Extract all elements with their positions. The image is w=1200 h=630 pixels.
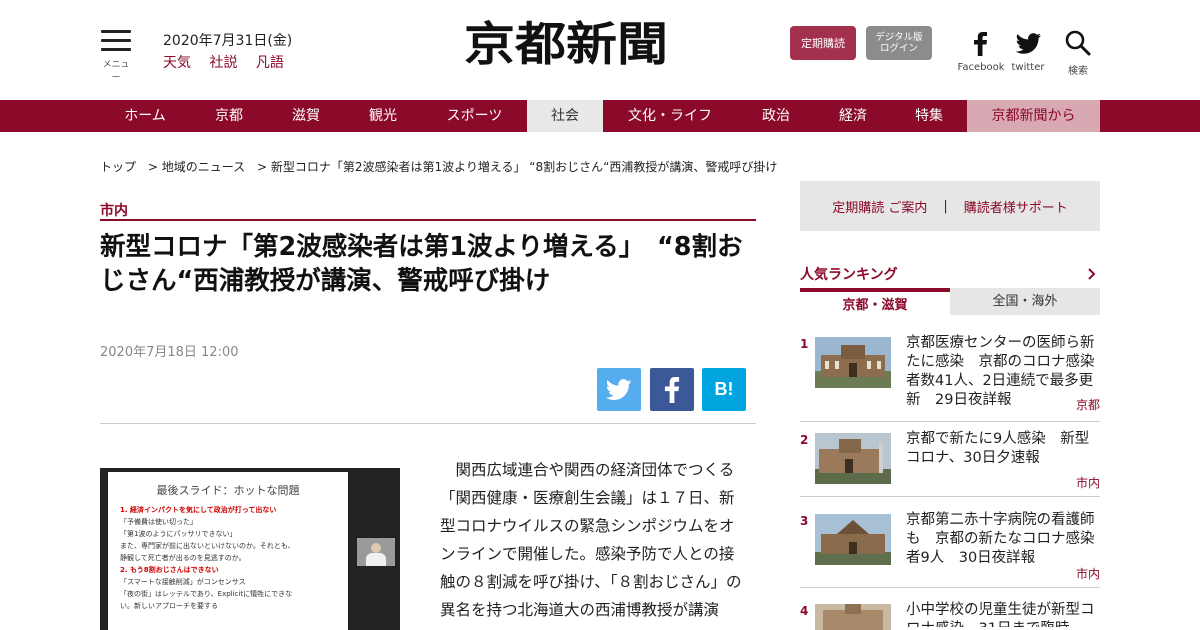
article-category[interactable]: 市内 — [100, 200, 756, 221]
article-photo[interactable]: 最後スライド：ホットな問題 1. 経済インパクトを気にして政治が打って出ない 「… — [100, 468, 400, 630]
search-label: 検索 — [1068, 66, 1088, 77]
ranking-headline: 京都第二赤十字病院の看護師も 京都の新たなコロナ感染者9人 30日夜詳報 — [906, 512, 1095, 566]
ranking-thumbnail — [815, 514, 891, 565]
ranking-thumbnail — [815, 604, 891, 630]
facebook-icon — [974, 32, 987, 56]
slide-line: 「予備費は使い切った」 — [120, 518, 197, 526]
facebook-label: Facebook — [957, 62, 1005, 73]
speaker-head — [371, 543, 381, 553]
slide-line: 静観して死亡者が出るのを見逃すのか。 — [120, 554, 246, 562]
slide-line: 「スマートな接触削減」がコンセンサス — [120, 578, 246, 586]
hamburger-icon — [101, 30, 131, 33]
menu-label: メニュー — [102, 60, 130, 83]
twitter-link[interactable]: twitter — [1008, 28, 1048, 73]
share-hatena-button[interactable]: B! — [702, 368, 746, 411]
nav-item-from-kyoto-np[interactable]: 京都新聞から — [967, 100, 1100, 132]
ranking-number: 3 — [800, 514, 809, 528]
ranking-headline: 小中学校の児童生徒が新型コロナ感染 31日まで臨時 — [906, 602, 1095, 627]
ranking-tag[interactable]: 市内 — [1071, 474, 1100, 491]
slide-line: また、専門家が前に出ないといけないのか。それとも、 — [120, 542, 295, 550]
ranking-number: 1 — [800, 337, 809, 351]
site-header: メニュー 2020年7月31日(金) 天気 社説 凡語 京都新聞 定期購読 デジ… — [0, 0, 1200, 100]
slide-title: 最後スライド：ホットな問題 — [156, 484, 300, 497]
hatena-bookmark-icon: B! — [714, 379, 734, 399]
breadcrumb-local-news[interactable]: > 地域のニュース — [148, 160, 245, 174]
twitter-icon — [1015, 33, 1041, 54]
slide-line: 「第1波のようにパッサリできない」 — [120, 530, 237, 538]
breadcrumb: トップ > 地域のニュース > 新型コロナ「第2波感染者は第1波より増える」 “… — [100, 158, 785, 175]
twitter-icon — [606, 378, 632, 400]
ranking-number: 4 — [800, 604, 809, 618]
search-icon — [1065, 30, 1091, 56]
ranking-tag[interactable]: 市内 — [1071, 565, 1100, 582]
article-divider — [100, 423, 756, 424]
ranking-tab-national[interactable]: 全国・海外 — [950, 288, 1100, 315]
ranking-item[interactable]: 4 小中学校の児童生徒が新型コロナ感染 31日まで臨時 — [800, 602, 1100, 630]
subscribe-button[interactable]: 定期購読 — [790, 26, 856, 60]
ranking-thumbnail — [815, 337, 891, 388]
nav-item-shiga[interactable]: 滋賀 — [268, 100, 344, 132]
site-logo[interactable]: 京都新聞 — [464, 20, 668, 68]
support-separator: | — [943, 198, 948, 214]
ranking-headline: 京都で新たに9人感染 新型コロナ、30日夕速報 — [906, 431, 1090, 466]
ranking-headline: 京都医療センターの医師ら新たに感染 京都のコロナ感染者数41人、2日連続で最多更… — [906, 335, 1095, 408]
speaker-torso — [366, 553, 386, 566]
slide-line: 「夜の街」はレッテルであり、Explicitに犠牲にできな — [120, 590, 293, 598]
facebook-link[interactable]: Facebook — [956, 28, 1006, 73]
chevron-right-icon — [1088, 268, 1096, 280]
login-label: ログイン — [879, 43, 918, 54]
hamburger-icon-bar — [101, 48, 131, 51]
article-title: 新型コロナ「第2波感染者は第1波より増える」 “8割おじさん“西浦教授が講演、警… — [100, 232, 743, 296]
slide-line: 2. もう8割おじさんはできない — [120, 566, 219, 574]
subscription-support-box: 定期購読 ご案内 | 購読者様サポート — [800, 181, 1100, 231]
subscription-info-link[interactable]: 定期購読 ご案内 — [832, 197, 927, 216]
facebook-icon — [664, 376, 680, 403]
nav-items: ホーム 京都 滋賀 観光 スポーツ 社会 文化・ライフ 政治 経済 特集 京都新… — [100, 100, 1100, 132]
twitter-label: twitter — [1011, 62, 1045, 73]
nav-item-kyoto[interactable]: 京都 — [190, 100, 268, 132]
nav-item-sports[interactable]: スポーツ — [422, 100, 527, 132]
main-nav: ホーム 京都 滋賀 観光 スポーツ 社会 文化・ライフ 政治 経済 特集 京都新… — [0, 100, 1200, 132]
ranking-header[interactable]: 人気ランキング — [800, 264, 1100, 288]
current-date: 2020年7月31日(金) — [163, 33, 293, 49]
nav-item-politics[interactable]: 政治 — [737, 100, 815, 132]
nav-item-society[interactable]: 社会 — [527, 100, 603, 132]
ranking-item[interactable]: 2 京都で新たに9人感染 新型コロナ、30日夕速報 市内 — [800, 431, 1100, 497]
nav-item-culture-life[interactable]: 文化・ライフ — [603, 100, 737, 132]
speaker-video-thumbnail — [357, 538, 395, 566]
quick-link-bongo[interactable]: 凡語 — [256, 55, 284, 71]
quick-link-editorial[interactable]: 社説 — [209, 55, 237, 71]
nav-item-tourism[interactable]: 観光 — [344, 100, 422, 132]
subscriber-support-link[interactable]: 購読者様サポート — [964, 197, 1068, 216]
slide-body: 1. 経済インパクトを気にして政治が打って出ない 「予備費は使い切った」 「第1… — [120, 504, 334, 612]
ranking-tab-kyoto-shiga[interactable]: 京都・滋賀 — [800, 288, 950, 320]
nav-item-home[interactable]: ホーム — [100, 100, 190, 132]
article-date: 2020年7月18日 12:00 — [100, 345, 239, 360]
breadcrumb-current: > 新型コロナ「第2波感染者は第1波より増える」 “8割おじさん“西浦教授が講演… — [256, 160, 778, 174]
ranking-item[interactable]: 1 京都医療センターの医師ら新たに感染 京都のコロナ感染者数41人、2日連続で最… — [800, 335, 1100, 422]
logo-text: 京都新聞 — [464, 20, 668, 68]
hamburger-icon-bar — [101, 39, 131, 42]
digital-label: デジタル版 — [875, 32, 923, 43]
article-body: 関西広域連合や関西の経済団体でつくる「関西健康・医療創生会議」は１７日、新型コロ… — [440, 461, 742, 619]
share-twitter-button[interactable] — [597, 368, 641, 411]
ranking-title: 人気ランキング — [800, 267, 898, 283]
nav-item-economy[interactable]: 経済 — [815, 100, 891, 132]
date-block: 2020年7月31日(金) 天気 社説 凡語 — [163, 30, 298, 72]
quick-link-weather[interactable]: 天気 — [163, 55, 191, 71]
slide-line: い。新しいアプローチを要する — [120, 602, 218, 610]
share-facebook-button[interactable] — [650, 368, 694, 411]
menu-button[interactable]: メニュー — [100, 30, 132, 83]
nav-item-features[interactable]: 特集 — [891, 100, 967, 132]
slide-line: 1. 経済インパクトを気にして政治が打って出ない — [120, 506, 277, 514]
ranking-number: 2 — [800, 433, 809, 447]
quick-links: 天気 社説 凡語 — [163, 52, 298, 72]
ranking-thumbnail — [815, 433, 891, 484]
ranking-item[interactable]: 3 京都第二赤十字病院の看護師も 京都の新たなコロナ感染者9人 30日夜詳報 市… — [800, 512, 1100, 588]
digital-login-button[interactable]: デジタル版 ログイン — [866, 26, 932, 60]
ranking-tag[interactable]: 京都 — [1071, 396, 1100, 413]
slide-image: 最後スライド：ホットな問題 1. 経済インパクトを気にして政治が打って出ない 「… — [108, 472, 348, 630]
breadcrumb-top[interactable]: トップ — [100, 160, 136, 174]
search-button[interactable]: 検索 — [1058, 28, 1098, 77]
